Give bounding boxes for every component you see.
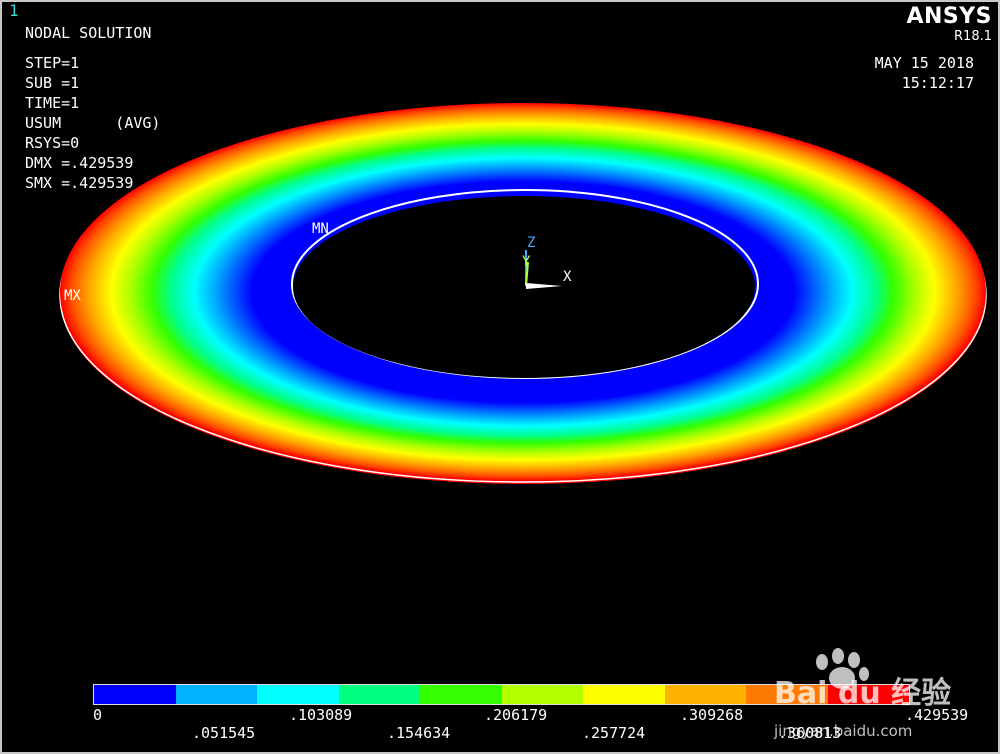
legend-band-4: [420, 685, 502, 704]
legend-band-0: [94, 685, 176, 704]
legend-band-9: [827, 685, 909, 704]
legend-tick-9: .429539: [905, 706, 969, 724]
ring-hole: [293, 196, 755, 378]
legend-tick-1: .051545: [192, 724, 256, 742]
legend-tick-6: .309268: [680, 706, 744, 724]
z-axis-label: Z: [527, 235, 535, 251]
x-axis-label: X: [563, 269, 572, 285]
contour-legend-bar: [93, 684, 910, 705]
legend-tick-3: .154634: [387, 724, 451, 742]
legend-band-3: [338, 685, 420, 704]
legend-tick-0: 0: [93, 706, 103, 724]
legend-tick-7: .360813: [778, 724, 842, 742]
legend-band-5: [501, 685, 583, 704]
legend-band-8: [746, 685, 828, 704]
y-axis-label: Y: [522, 254, 531, 270]
legend-band-1: [175, 685, 257, 704]
legend-tick-2: .103089: [289, 706, 353, 724]
contour-plot: Z Y X MN MX: [59, 103, 987, 484]
legend-band-2: [257, 685, 339, 704]
legend-tick-4: .206179: [484, 706, 548, 724]
legend-tick-5: .257724: [582, 724, 646, 742]
legend-band-7: [664, 685, 746, 704]
max-marker: MX: [64, 288, 81, 304]
min-marker: MN: [312, 221, 329, 237]
legend-band-6: [583, 685, 665, 704]
